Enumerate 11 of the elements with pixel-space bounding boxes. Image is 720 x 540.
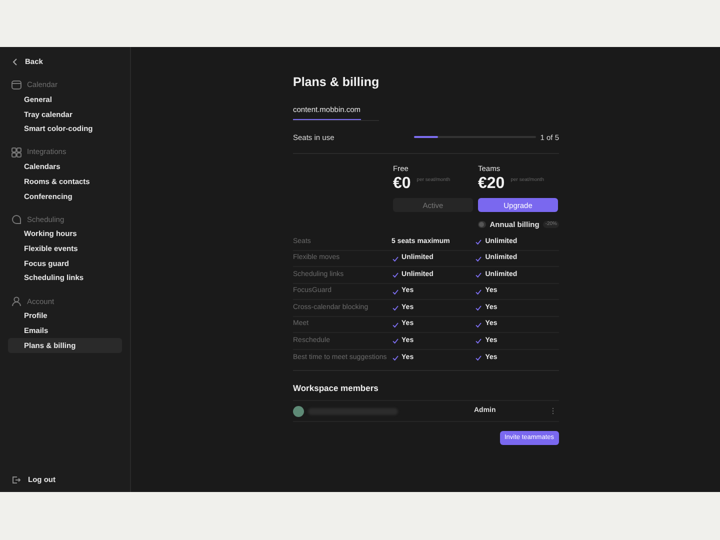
- page-title: Plans & billing: [293, 74, 380, 91]
- chat-bubble-icon: [11, 214, 22, 225]
- calendar-icon: [11, 79, 22, 90]
- plan-price: €20: [478, 174, 505, 194]
- logout-icon: [11, 475, 21, 485]
- person-icon: [11, 296, 22, 307]
- section-title: Workspace members: [293, 382, 380, 394]
- annual-billing-toggle[interactable]: [478, 220, 486, 228]
- plan-price: €0: [393, 174, 411, 194]
- back-icon: [12, 58, 18, 66]
- grid-icon: [11, 146, 22, 158]
